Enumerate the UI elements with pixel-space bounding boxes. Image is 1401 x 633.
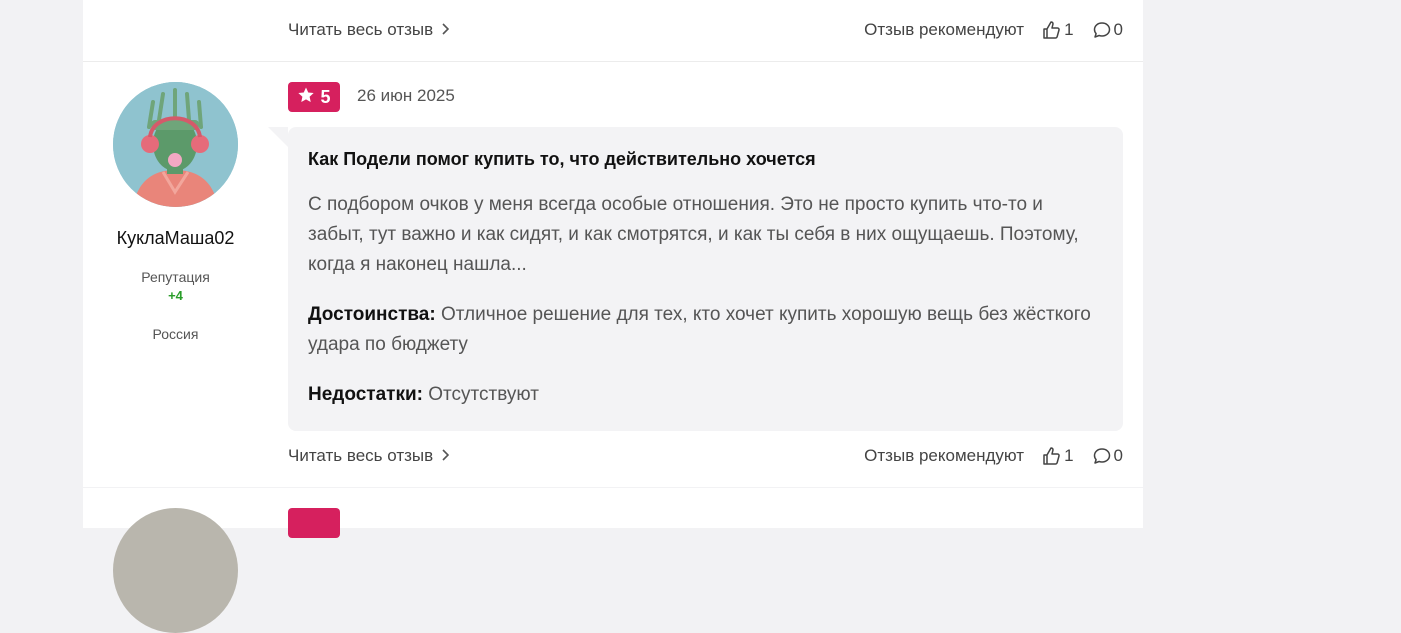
review-pros: Достоинства: Отличное решение для тех, к… <box>308 300 1103 360</box>
review-cons: Недостатки: Отсутствуют <box>308 380 1103 410</box>
previous-review-card: Читать весь отзыв Отзыв рекомендуют 1 0 <box>83 0 1143 62</box>
like-button[interactable]: 1 <box>1042 446 1074 466</box>
rating-badge <box>288 508 340 538</box>
previous-review-stats: Отзыв рекомендуют 1 0 <box>864 20 1123 40</box>
comment-button[interactable]: 0 <box>1092 20 1123 40</box>
comment-button[interactable]: 0 <box>1092 446 1123 466</box>
like-button[interactable]: 1 <box>1042 20 1074 40</box>
pros-label: Достоинства: <box>308 304 436 325</box>
thumbs-up-icon <box>1042 446 1062 466</box>
avatar[interactable] <box>113 82 238 207</box>
rating-value: 5 <box>320 86 331 107</box>
review-date: 26 июн 2025 <box>357 86 455 105</box>
comment-count: 0 <box>1113 20 1123 39</box>
author-name[interactable]: КуклаМаша02 <box>83 228 268 249</box>
review-stats: Отзыв рекомендуют 1 0 <box>864 446 1123 466</box>
previous-review-footer: Читать весь отзыв Отзыв рекомендуют 1 0 <box>288 18 1123 42</box>
star-icon <box>297 86 315 109</box>
recommend-label: Отзыв рекомендуют <box>864 446 1025 465</box>
like-count: 1 <box>1064 20 1074 39</box>
thumbs-up-icon <box>1042 20 1062 40</box>
cons-label: Недостатки: <box>308 384 423 405</box>
chevron-right-icon <box>441 448 450 464</box>
comment-icon <box>1092 446 1112 466</box>
read-more-label: Читать весь отзыв <box>288 20 434 39</box>
review-text: С подбором очков у меня всегда особые от… <box>308 194 1079 275</box>
avatar[interactable] <box>113 508 238 633</box>
comment-icon <box>1092 20 1112 40</box>
reputation-label: Репутация <box>141 269 210 285</box>
next-review-card <box>83 488 1143 633</box>
reputation-value: +4 <box>168 288 183 303</box>
review-bubble: Как Подели помог купить то, что действит… <box>288 127 1123 431</box>
recommend-label: Отзыв рекомендуют <box>864 20 1025 39</box>
review-title[interactable]: Как Подели помог купить то, что действит… <box>308 149 1103 170</box>
author-country: Россия <box>152 326 199 342</box>
rating-badge: 5 <box>288 82 340 112</box>
previous-read-more-link[interactable]: Читать весь отзыв <box>288 20 450 40</box>
chevron-right-icon <box>441 22 450 38</box>
cons-text: Отсутствуют <box>428 384 539 405</box>
like-count: 1 <box>1064 446 1074 465</box>
review-card: КуклаМаша02 Репутация +4 Россия 5 26 июн… <box>83 62 1143 487</box>
read-more-link[interactable]: Читать весь отзыв <box>288 446 450 466</box>
comment-count: 0 <box>1113 446 1123 465</box>
read-more-label: Читать весь отзыв <box>288 446 434 465</box>
bubble-tail <box>268 127 288 147</box>
review-footer: Читать весь отзыв Отзыв рекомендуют 1 0 <box>288 444 1123 468</box>
